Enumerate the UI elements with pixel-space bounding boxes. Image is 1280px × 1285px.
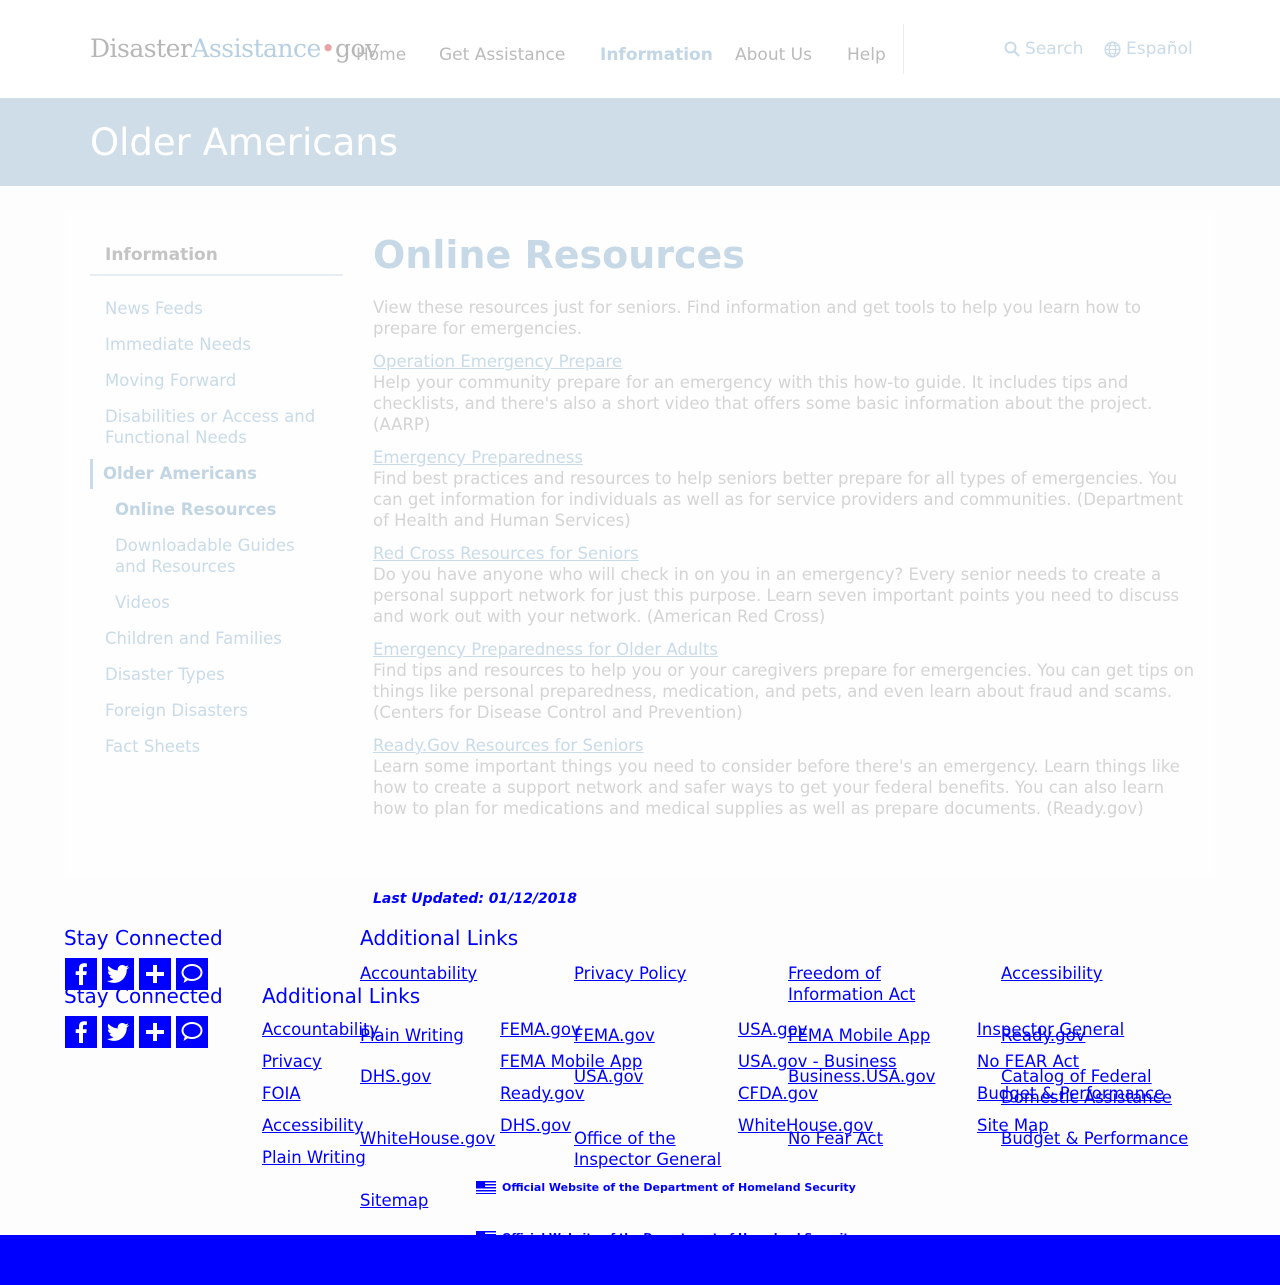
- facebook-icon[interactable]: [65, 1016, 97, 1048]
- footer-link[interactable]: Privacy: [262, 1051, 322, 1072]
- sidebar-item-disaster-types[interactable]: Disaster Types: [105, 664, 225, 685]
- sidebar-active-indicator: [90, 459, 93, 489]
- official-website-notice: Official Website of the Department of Ho…: [476, 1181, 856, 1194]
- footer-link[interactable]: DHS.gov: [360, 1066, 431, 1087]
- stay-connected-heading: Stay Connected: [64, 926, 223, 950]
- sidebar-item-disabilities[interactable]: Disabilities or Access and Functional Ne…: [105, 406, 330, 448]
- footer-link[interactable]: Budget & Performance: [977, 1083, 1164, 1104]
- sidebar-heading: Information: [105, 245, 218, 265]
- nav-help[interactable]: Help: [847, 45, 886, 65]
- footer-link[interactable]: Accountability: [262, 1019, 379, 1040]
- footer-link[interactable]: WhiteHouse.gov: [738, 1115, 873, 1136]
- footer-link[interactable]: FEMA Mobile App: [788, 1025, 930, 1046]
- footer-link[interactable]: DHS.gov: [500, 1115, 571, 1136]
- footer-link[interactable]: Accessibility: [1001, 963, 1103, 984]
- page-title: Older Americans: [90, 121, 398, 164]
- footer-link[interactable]: CFDA.gov: [738, 1083, 818, 1104]
- nav-about-us[interactable]: About Us: [735, 45, 812, 65]
- sidebar-subitem-downloadable-guides[interactable]: Downloadable Guides and Resources: [115, 535, 315, 577]
- resource-description: Learn some important things you need to …: [373, 757, 1180, 818]
- site-logo[interactable]: DisasterAssistance•gov: [90, 34, 379, 63]
- footer-link[interactable]: No FEAR Act: [977, 1051, 1079, 1072]
- resource-link[interactable]: Red Cross Resources for Seniors: [373, 543, 639, 564]
- footer-link[interactable]: FEMA Mobile App: [500, 1051, 642, 1072]
- footer-link[interactable]: FEMA.gov: [500, 1019, 581, 1040]
- chat-icon[interactable]: [176, 1016, 208, 1048]
- language-link[interactable]: Español: [1104, 39, 1193, 59]
- nav-home[interactable]: Home: [356, 45, 406, 65]
- footer-link[interactable]: USA.gov: [738, 1019, 807, 1040]
- search-label: Search: [1025, 39, 1084, 59]
- sidebar-item-older-americans[interactable]: Older Americans: [103, 463, 257, 484]
- last-updated: Last Updated: 01/12/2018: [373, 891, 577, 907]
- footer-link[interactable]: Accountability: [360, 963, 477, 984]
- resource-link[interactable]: Ready.Gov Resources for Seniors: [373, 735, 644, 756]
- footer-link[interactable]: USA.gov - Business: [738, 1051, 897, 1072]
- nav-get-assistance[interactable]: Get Assistance: [439, 45, 565, 65]
- resource-description: Find best practices and resources to hel…: [373, 469, 1184, 530]
- sidebar-subitem-videos[interactable]: Videos: [115, 592, 170, 613]
- intro-text: View these resources just for seniors. F…: [373, 298, 1142, 338]
- sidebar-item-fact-sheets[interactable]: Fact Sheets: [105, 736, 200, 757]
- footer-link[interactable]: Privacy Policy: [574, 963, 686, 984]
- language-label: Español: [1126, 39, 1193, 59]
- stay-connected-heading: Stay Connected: [64, 984, 223, 1008]
- sidebar-item-foreign-disasters[interactable]: Foreign Disasters: [105, 700, 248, 721]
- resource-link[interactable]: Operation Emergency Prepare: [373, 351, 622, 372]
- sidebar-item-immediate-needs[interactable]: Immediate Needs: [105, 334, 251, 355]
- sidebar-item-children-families[interactable]: Children and Families: [105, 628, 282, 649]
- footer-link[interactable]: Inspector General: [977, 1019, 1124, 1040]
- sidebar-divider: [90, 274, 343, 276]
- nav-divider: [903, 24, 904, 74]
- resource-description: Do you have anyone who will check in on …: [373, 565, 1180, 626]
- twitter-icon[interactable]: [102, 1016, 134, 1048]
- footer-link[interactable]: FOIA: [262, 1083, 301, 1104]
- search-link[interactable]: Search: [1004, 39, 1083, 59]
- resource-description: Help your community prepare for an emerg…: [373, 373, 1153, 434]
- footer-link[interactable]: Freedom of Information Act: [788, 963, 938, 1005]
- resource-link[interactable]: Emergency Preparedness for Older Adults: [373, 639, 718, 660]
- resource-description: Find tips and resources to help you or y…: [373, 661, 1195, 722]
- footer-link[interactable]: Site Map: [977, 1115, 1049, 1136]
- footer-bar: [0, 1235, 1280, 1285]
- footer-link[interactable]: WhiteHouse.gov: [360, 1128, 495, 1149]
- search-icon: [1004, 41, 1020, 57]
- footer-link[interactable]: Sitemap: [360, 1190, 428, 1211]
- sidebar-item-news-feeds[interactable]: News Feeds: [105, 298, 203, 319]
- us-flag-icon: [476, 1181, 496, 1194]
- sidebar-item-moving-forward[interactable]: Moving Forward: [105, 370, 236, 391]
- nav-information[interactable]: Information: [600, 45, 713, 65]
- sidebar-subitem-online-resources[interactable]: Online Resources: [115, 499, 277, 520]
- plus-icon[interactable]: [139, 1016, 171, 1048]
- footer-link[interactable]: Plain Writing: [262, 1147, 366, 1168]
- resource-link[interactable]: Emergency Preparedness: [373, 447, 583, 468]
- footer-link[interactable]: Ready.gov: [500, 1083, 584, 1104]
- additional-links-heading: Additional Links: [360, 926, 519, 950]
- footer-link[interactable]: Office of the Inspector General: [574, 1128, 724, 1170]
- official-website-text: Official Website of the Department of Ho…: [502, 1181, 856, 1194]
- footer-link[interactable]: FEMA.gov: [574, 1025, 655, 1046]
- additional-links-heading: Additional Links: [262, 984, 421, 1008]
- footer-link[interactable]: Accessibility: [262, 1115, 364, 1136]
- globe-icon: [1104, 40, 1121, 58]
- section-heading: Online Resources: [373, 233, 745, 277]
- social-links: [65, 1016, 208, 1048]
